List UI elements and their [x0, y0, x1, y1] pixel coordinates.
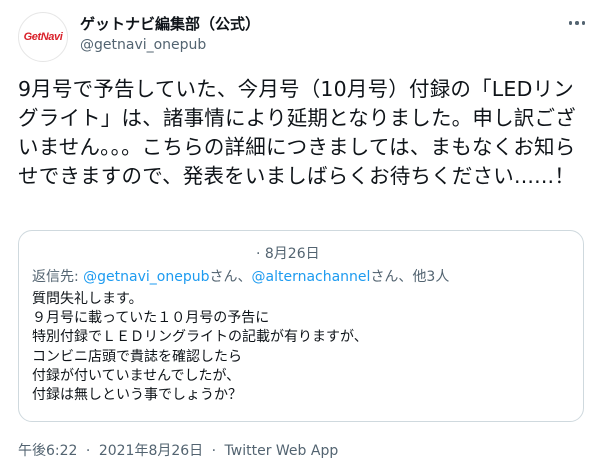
display-name[interactable]: ゲットナビ編集部（公式）: [80, 14, 260, 34]
quoted-tweet-text: 質問失礼します。 ９月号に載っていた１０月号の予告に 特別付録でＬＥＤリングライ…: [32, 291, 368, 404]
quoted-tweet[interactable]: · 8月26日 返信先: @getnavi_onepubさん、@alternac…: [18, 230, 584, 422]
more-horizontal-icon: [568, 21, 573, 25]
more-options-button[interactable]: [566, 14, 588, 32]
reply-separator: さん、: [209, 269, 252, 285]
reply-mention-link[interactable]: @getnavi_onepub: [83, 269, 209, 285]
tweet-timestamp: 午後6:22 · 2021年8月26日 · Twitter Web App: [18, 440, 338, 460]
footer-separator: ·: [211, 443, 217, 459]
user-handle[interactable]: @getnavi_onepub: [80, 36, 206, 54]
more-dot: [575, 21, 579, 25]
reply-context: 返信先: @getnavi_onepubさん、@alternachannelさん…: [32, 266, 449, 286]
reply-separator: さん、: [370, 269, 413, 285]
tweet-text: 9月号で予告していた、今月号（10月号）付録の「LEDリングライト」は、諸事情に…: [18, 77, 576, 188]
getnavi-logo: GetNavi: [23, 31, 63, 43]
tweet: GetNavi ゲットナビ編集部（公式） @getnavi_onepub 9月号…: [0, 0, 602, 476]
tweet-date[interactable]: 2021年8月26日: [99, 443, 203, 459]
footer-separator: ·: [85, 443, 91, 459]
tweet-time[interactable]: 午後6:22: [18, 443, 77, 459]
quoted-tweet-date[interactable]: · 8月26日: [256, 243, 320, 263]
reply-others[interactable]: 他3人: [412, 269, 449, 285]
reply-mention-link[interactable]: @alternachannel: [252, 269, 371, 285]
more-dot: [581, 21, 586, 25]
avatar[interactable]: GetNavi: [18, 12, 68, 62]
reply-prefix: 返信先:: [32, 269, 84, 285]
tweet-source-link[interactable]: Twitter Web App: [225, 443, 339, 459]
